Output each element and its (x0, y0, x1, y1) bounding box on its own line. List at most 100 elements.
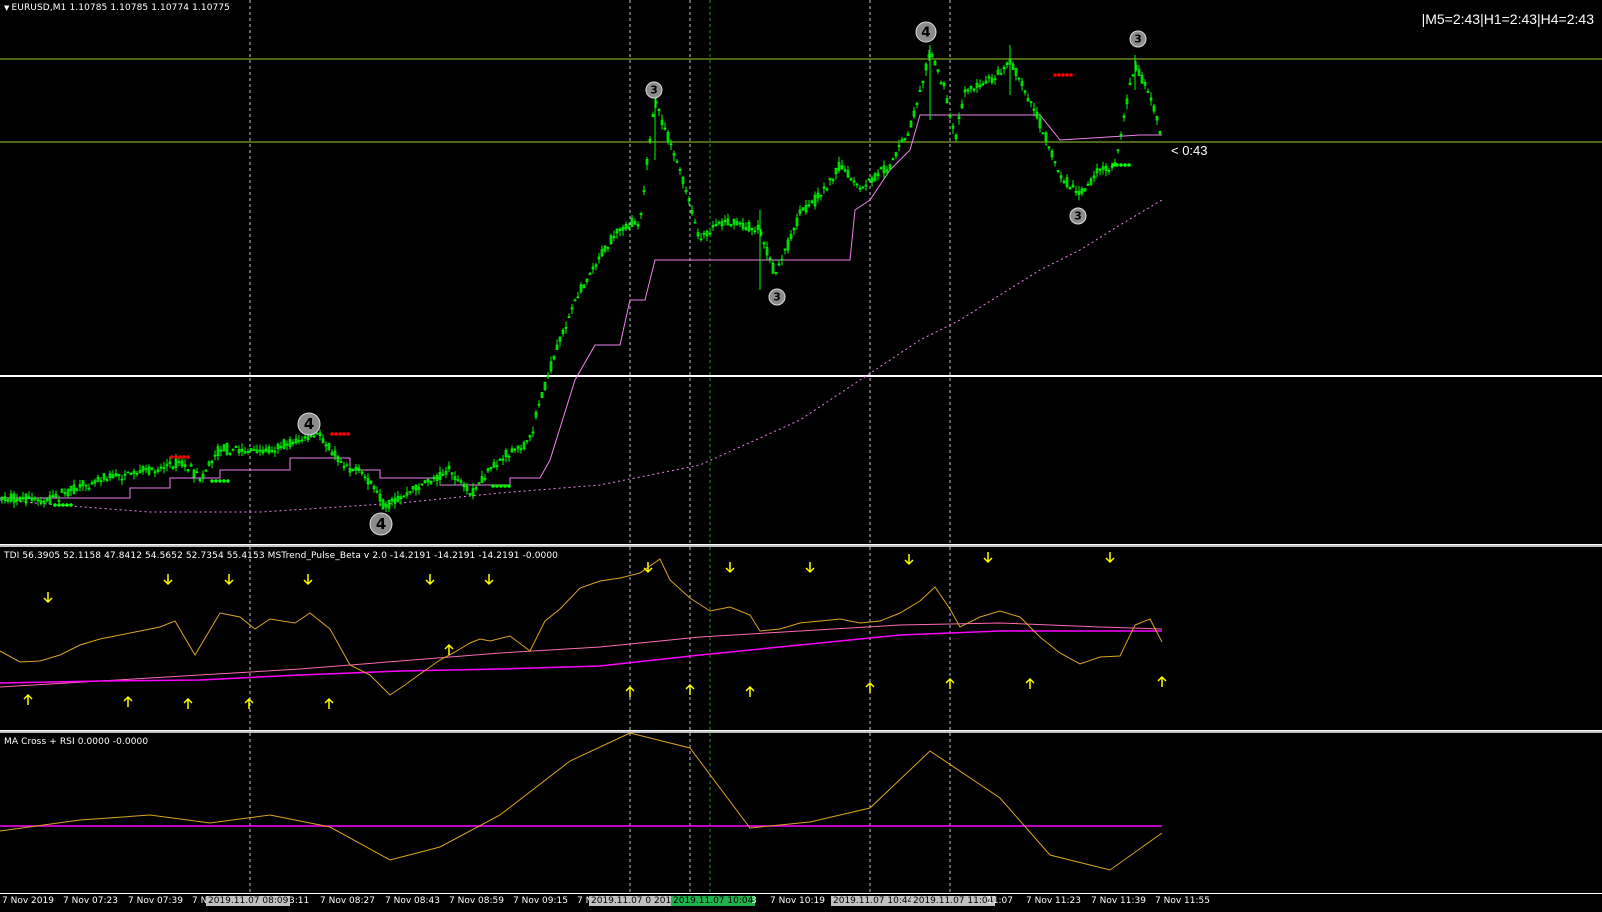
signal-dot (210, 479, 214, 483)
signal-dot (1065, 73, 1069, 77)
wave-label: 3 (1074, 210, 1082, 223)
up-arrow-icon (945, 677, 955, 689)
up-arrow-icon (685, 683, 695, 695)
signal-dot (57, 503, 61, 507)
up-arrow-icon (23, 693, 33, 705)
time-label: 7 Nov 10:19 (770, 896, 825, 906)
time-label: 7 Nov 11:55 (1155, 896, 1210, 906)
tdi-canvas (0, 547, 1167, 730)
time-label: 7 Nov 07:39 (128, 896, 183, 906)
time-label: 7 Nov 11:39 (1091, 896, 1146, 906)
up-arrow-icon (745, 685, 755, 697)
signal-dot (346, 432, 350, 436)
rsi-line (0, 733, 1163, 871)
time-crosshair-box: 201 (652, 896, 674, 906)
time-label: 3:11 (289, 896, 310, 906)
signal-dot (330, 432, 334, 436)
signal-dot (1127, 163, 1131, 167)
tdi-ma-line (0, 622, 1163, 688)
signal-dot (1069, 73, 1073, 77)
signal-dot (1119, 163, 1123, 167)
up-arrow-icon (244, 697, 254, 709)
tdi-rsi-line (0, 558, 1163, 696)
signal-dot (65, 503, 69, 507)
up-arrow-icon (1157, 675, 1167, 687)
up-arrow-icon (1025, 677, 1035, 689)
signal-dot (170, 455, 174, 459)
signal-dot (226, 479, 230, 483)
wave-label: 4 (921, 25, 930, 41)
up-arrow-icon (865, 681, 875, 693)
down-arrow-icon (643, 562, 653, 574)
price-chart-canvas: 4 3 3 4 4 3 3 (0, 0, 1602, 544)
signal-dot (178, 455, 182, 459)
signal-dot (186, 455, 190, 459)
signal-dot (342, 432, 346, 436)
wave-label: 4 (304, 415, 314, 433)
time-crosshair-box: 2019.11.07 0 (589, 896, 654, 906)
signal-dot (1061, 73, 1065, 77)
time-label: 7 Nov 09:15 (513, 896, 568, 906)
down-arrow-icon (163, 574, 173, 586)
signal-dot (491, 484, 495, 488)
wave-label: 4 (376, 515, 386, 533)
time-label: 7 Nov 07:23 (63, 896, 118, 906)
up-arrow-icon (324, 697, 334, 709)
price-chart-pane[interactable]: 4 3 3 4 4 3 3 ▼ EURUSD,M1 1.10785 1.10785 1.107… (0, 0, 1602, 544)
down-arrow-icon (224, 574, 234, 586)
time-crosshair-box: 2019.11.07 11:04 (911, 896, 996, 906)
signal-dot (334, 432, 338, 436)
signal-dot (507, 484, 511, 488)
down-arrow-icon (303, 574, 313, 586)
rsi-canvas (0, 733, 1163, 893)
time-label: 3 (751, 896, 757, 906)
signal-dot (499, 484, 503, 488)
signal-dot (53, 503, 57, 507)
wave-label: 3 (650, 84, 658, 97)
signal-dot (338, 432, 342, 436)
wave-label: 3 (1134, 33, 1142, 46)
down-arrow-icon (983, 552, 993, 564)
signal-dot (1123, 163, 1127, 167)
time-label: 7 Nov 08:27 (320, 896, 375, 906)
down-arrow-icon (425, 574, 435, 586)
tdi-indicator-pane[interactable]: TDI 56.3905 52.1158 47.8412 54.5652 52.7… (0, 547, 1602, 730)
chart-title: ▼ EURUSD,M1 1.10785 1.10785 1.10774 1.107… (4, 3, 231, 13)
timer-label: |M5=2:43|H1=2:43|H4=2:43 (1421, 11, 1594, 27)
candle-body (345, 464, 349, 467)
time-label: 7 Nov 08:43 (385, 896, 440, 906)
signal-dot (182, 455, 186, 459)
wave-label: 3 (773, 291, 781, 304)
signal-dot (69, 503, 73, 507)
down-arrow-icon (904, 554, 914, 566)
signal-dot (503, 484, 507, 488)
signal-dot (1053, 73, 1057, 77)
signal-dot (218, 479, 222, 483)
signal-dot (1057, 73, 1061, 77)
up-arrow-icon (123, 695, 133, 707)
signal-dot (61, 503, 65, 507)
signal-dot (214, 479, 218, 483)
up-arrow-icon (183, 697, 193, 709)
down-arrow-icon (484, 574, 494, 586)
down-arrow-icon (43, 592, 53, 604)
signal-dot (174, 455, 178, 459)
rsi-title: MA Cross + RSI 0.0000 -0.0000 (4, 737, 149, 747)
down-arrow-icon (805, 562, 815, 574)
time-label: 7 Nov 2019 (2, 896, 54, 906)
ma-cross-rsi-pane[interactable]: MA Cross + RSI 0.0000 -0.0000 (0, 733, 1602, 893)
trend-stop-line (0, 114, 1162, 499)
signal-dot (1111, 163, 1115, 167)
collapse-triangle-icon[interactable]: ▼ (4, 4, 9, 12)
moving-average-line (0, 199, 1163, 513)
time-axis: 7 Nov 2019 7 Nov 07:23 7 Nov 07:39 7 N 2… (0, 893, 1602, 912)
signal-dot (1115, 163, 1119, 167)
time-crosshair-box: 2019.11.07 08:09 (206, 896, 291, 906)
signal-dot (222, 479, 226, 483)
countdown-label: < 0:43 (1171, 143, 1208, 158)
time-label: 11:07 (987, 896, 1013, 906)
down-arrow-icon (1105, 552, 1115, 564)
tdi-signal-line (0, 630, 1162, 684)
time-label: 7 Nov 11:23 (1026, 896, 1081, 906)
time-crosshair-box: 2019.11.07 10:44 (831, 896, 916, 906)
